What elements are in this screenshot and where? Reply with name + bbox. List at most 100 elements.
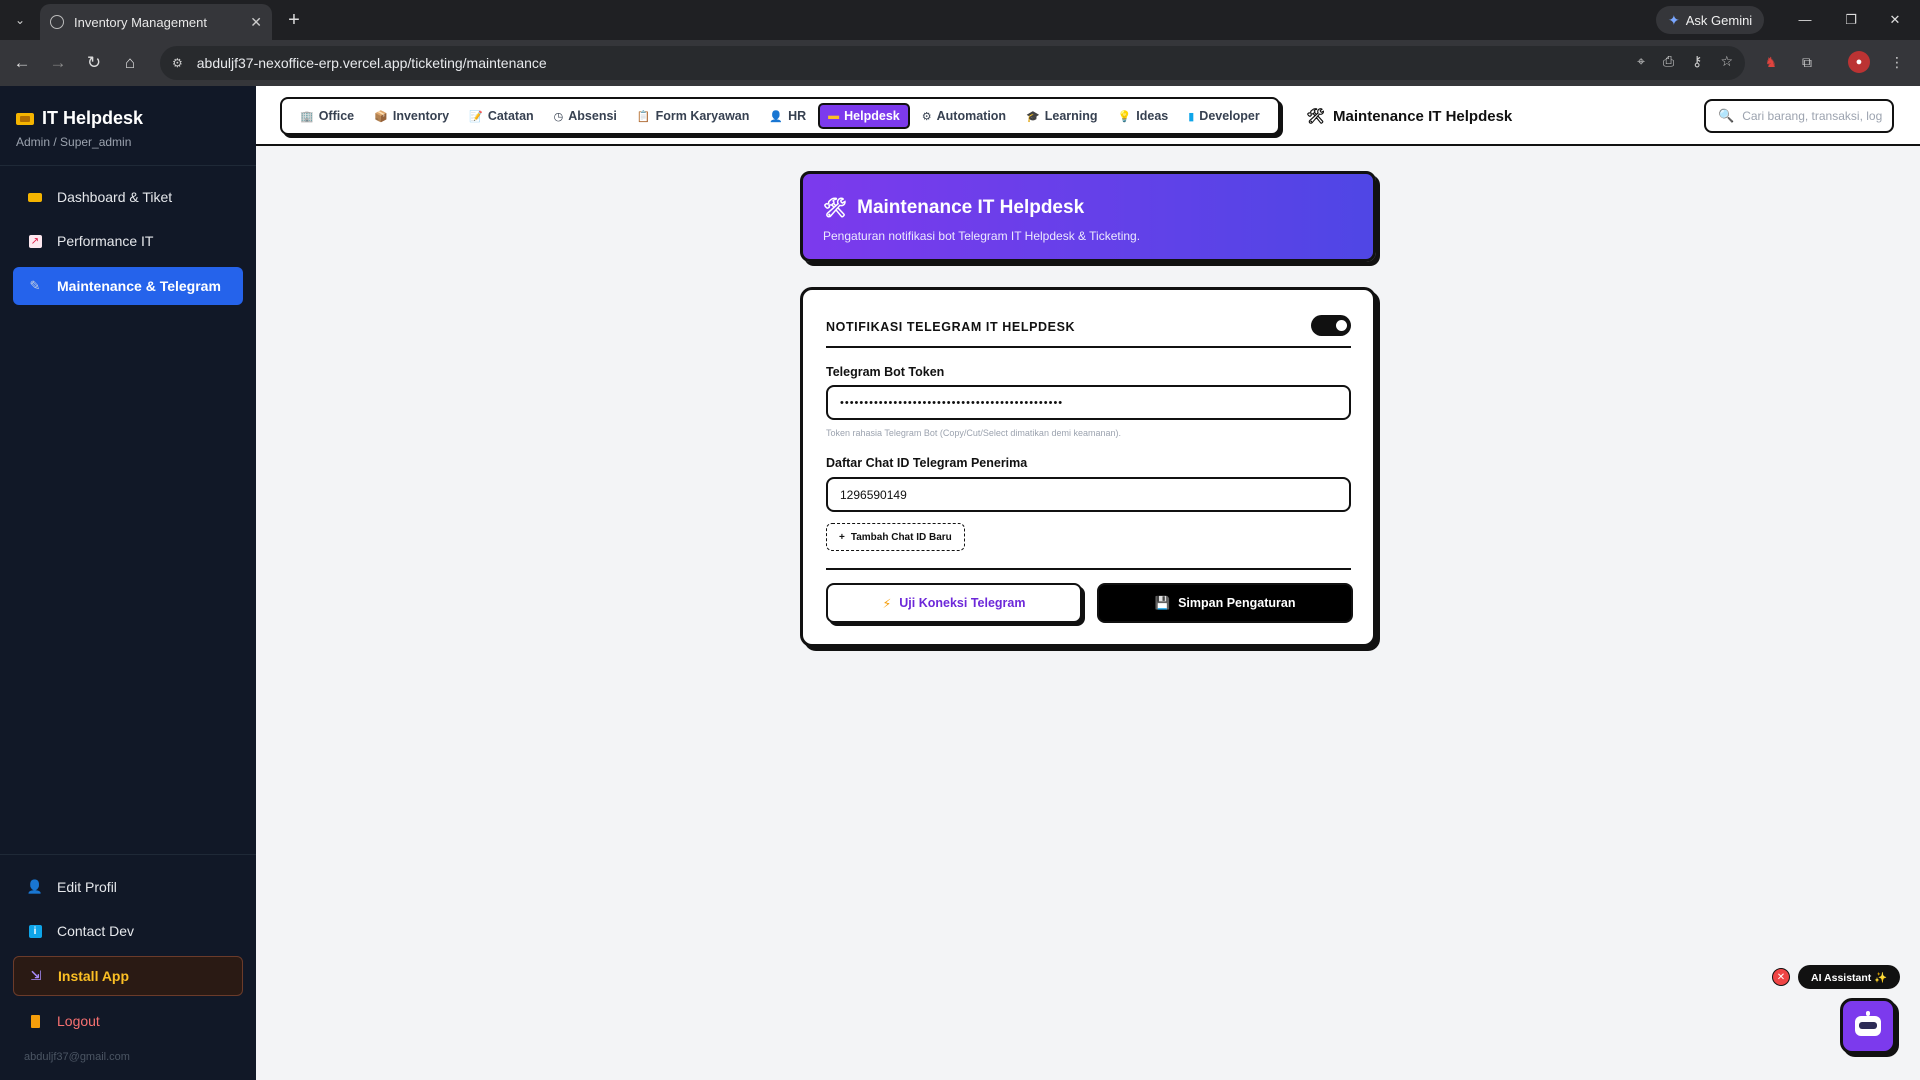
- book-icon: ▮: [1188, 110, 1195, 123]
- sidebar-item-contact-dev[interactable]: i Contact Dev: [13, 912, 243, 950]
- sparkle-icon: ✦: [1668, 11, 1680, 28]
- install-app-icon[interactable]: ⎙: [1663, 53, 1674, 70]
- search-icon: 🔍: [1718, 108, 1735, 123]
- hero-title: 🛠 Maintenance IT Helpdesk: [823, 196, 1353, 220]
- tab-learning[interactable]: 🎓 Learning: [1018, 103, 1106, 129]
- tab-label: Automation: [936, 109, 1007, 123]
- tab-developer[interactable]: ▮ Developer: [1180, 103, 1268, 129]
- user-email: abduljf37@gmail.com: [24, 1051, 130, 1063]
- ticket-icon: ▬: [828, 110, 840, 122]
- profile-avatar[interactable]: ●: [1848, 51, 1870, 73]
- tab-absensi[interactable]: ◷ Absensi: [546, 103, 625, 129]
- page-title: 🛠 Maintenance IT Helpdesk: [1306, 107, 1513, 126]
- minimize-button[interactable]: —: [1790, 8, 1820, 32]
- sidebar-item-dashboard-tiket[interactable]: Dashboard & Tiket: [13, 178, 243, 216]
- tab-label: Ideas: [1136, 109, 1169, 123]
- tab-label: HR: [788, 109, 807, 123]
- extensions-puzzle-icon[interactable]: ⧉: [1796, 51, 1818, 73]
- tab-label: Form Karyawan: [655, 109, 750, 123]
- key-icon[interactable]: ⚷: [1692, 53, 1702, 70]
- user-icon: 👤: [26, 879, 44, 894]
- telegram-settings-card: NOTIFIKASI TELEGRAM IT HELPDESK Telegram…: [800, 287, 1376, 647]
- tab-label: Inventory: [392, 109, 450, 123]
- tab-inventory[interactable]: 📦 Inventory: [366, 103, 457, 129]
- sidebar-item-label: Performance IT: [57, 233, 154, 249]
- person-icon: 👤: [769, 110, 784, 123]
- tab-label: Developer: [1199, 109, 1260, 123]
- tab-automation[interactable]: ⚙ Automation: [914, 103, 1014, 129]
- chat-id-label: Daftar Chat ID Telegram Penerima: [826, 456, 1028, 470]
- tab-label: Catatan: [487, 109, 534, 123]
- section-title: NOTIFIKASI TELEGRAM IT HELPDESK: [826, 320, 1076, 334]
- assistant-close-icon[interactable]: ✕: [1772, 968, 1790, 986]
- sidebar-item-label: Maintenance & Telegram: [57, 278, 221, 294]
- extension-shield-icon[interactable]: ♞: [1760, 51, 1782, 73]
- tab-label: Absensi: [568, 109, 617, 123]
- close-icon[interactable]: ✕: [250, 14, 262, 31]
- test-connection-label: Uji Koneksi Telegram: [899, 596, 1026, 610]
- graduation-icon: 🎓: [1026, 110, 1040, 123]
- browser-tab[interactable]: Inventory Management ✕: [40, 4, 272, 40]
- add-chat-id-button[interactable]: + Tambah Chat ID Baru: [826, 523, 965, 551]
- tab-office[interactable]: 🏢 Office: [292, 103, 362, 129]
- tab-hr[interactable]: 👤 HR: [761, 103, 814, 129]
- window-close-button[interactable]: ✕: [1880, 8, 1910, 32]
- tab-helpdesk[interactable]: ▬ Helpdesk: [818, 103, 910, 129]
- reload-icon[interactable]: ↻: [82, 51, 106, 75]
- plus-icon: +: [839, 531, 845, 543]
- token-hint: Token rahasia Telegram Bot (Copy/Cut/Sel…: [826, 428, 1121, 438]
- notification-toggle[interactable]: [1311, 315, 1351, 336]
- page-title-text: Maintenance IT Helpdesk: [1333, 107, 1513, 125]
- hero-subtitle: Pengaturan notifikasi bot Telegram IT He…: [823, 229, 1141, 243]
- back-arrow-icon[interactable]: ←: [10, 51, 34, 75]
- sidebar-item-performance-it[interactable]: ↗ Performance IT: [13, 222, 243, 260]
- hero-title-text: Maintenance IT Helpdesk: [857, 197, 1085, 218]
- tab-list-button[interactable]: ⌄: [8, 8, 32, 32]
- sidebar-item-label: Edit Profil: [57, 879, 117, 895]
- new-tab-button[interactable]: +: [282, 8, 306, 32]
- sidebar-divider: [0, 854, 256, 855]
- test-connection-button[interactable]: ⚡ Uji Koneksi Telegram: [826, 583, 1082, 623]
- tab-label: Helpdesk: [844, 109, 900, 123]
- tools-icon: ✎: [29, 278, 41, 293]
- browser-menu-icon[interactable]: ⋮: [1886, 51, 1908, 73]
- sidebar-item-edit-profil[interactable]: 👤 Edit Profil: [13, 868, 243, 906]
- bot-token-field[interactable]: ••••••••••••••••••••••••••••••••••••••••…: [826, 385, 1351, 420]
- tab-catatan[interactable]: 📝 Catatan: [461, 103, 542, 129]
- address-bar[interactable]: ⚙ abduljf37-nexoffice-erp.vercel.app/tic…: [160, 46, 1745, 80]
- top-navigation: 🏢 Office 📦 Inventory 📝 Catatan ◷ Absensi 📋 Fo…: [256, 86, 1920, 146]
- sidebar-item-maintenance-telegram[interactable]: ✎ Maintenance & Telegram: [13, 267, 243, 305]
- settings-card-header: NOTIFIKASI TELEGRAM IT HELPDESK: [826, 312, 1351, 348]
- forward-arrow-icon[interactable]: →: [46, 51, 70, 75]
- save-settings-button[interactable]: 💾 Simpan Pengaturan: [1097, 583, 1353, 623]
- sidebar-title: IT Helpdesk: [42, 108, 144, 128]
- tab-label: Learning: [1044, 109, 1098, 123]
- restore-button[interactable]: ❐: [1836, 8, 1866, 32]
- ask-gemini-button[interactable]: ✦ Ask Gemini: [1656, 6, 1765, 34]
- ai-assistant-button[interactable]: [1840, 998, 1896, 1054]
- bookmark-star-icon[interactable]: ☆: [1720, 53, 1733, 70]
- chart-icon: ↗: [27, 233, 43, 249]
- sidebar: IT Helpdesk Admin / Super_admin Dashboar…: [0, 86, 256, 1080]
- ask-gemini-label: Ask Gemini: [1685, 12, 1753, 28]
- install-icon: ⇲: [30, 968, 42, 983]
- tools-icon: 🛠: [1306, 108, 1326, 125]
- logout-icon: [27, 1013, 43, 1029]
- save-settings-label: Simpan Pengaturan: [1178, 596, 1296, 610]
- home-icon[interactable]: ⌂: [118, 51, 142, 75]
- tab-ideas[interactable]: 💡 Ideas: [1110, 103, 1177, 129]
- location-icon[interactable]: ⌖: [1637, 53, 1645, 70]
- page-header-card: 🛠 Maintenance IT Helpdesk Pengaturan not…: [800, 171, 1376, 262]
- search-input[interactable]: [1742, 109, 1883, 123]
- tools-icon: 🛠: [823, 198, 848, 219]
- ai-assistant-label[interactable]: AI Assistant ✨: [1798, 965, 1901, 989]
- sidebar-divider: [0, 165, 256, 166]
- logout-button[interactable]: Logout: [13, 1002, 243, 1040]
- add-chat-id-label: Tambah Chat ID Baru: [850, 531, 952, 543]
- tab-form-karyawan[interactable]: 📋 Form Karyawan: [629, 103, 757, 129]
- chat-id-field[interactable]: 1296590149: [826, 477, 1351, 512]
- info-icon: i: [27, 923, 43, 939]
- site-settings-icon[interactable]: ⚙: [172, 56, 183, 70]
- global-search[interactable]: 🔍: [1704, 99, 1894, 133]
- install-app-button[interactable]: ⇲ Install App: [13, 956, 243, 996]
